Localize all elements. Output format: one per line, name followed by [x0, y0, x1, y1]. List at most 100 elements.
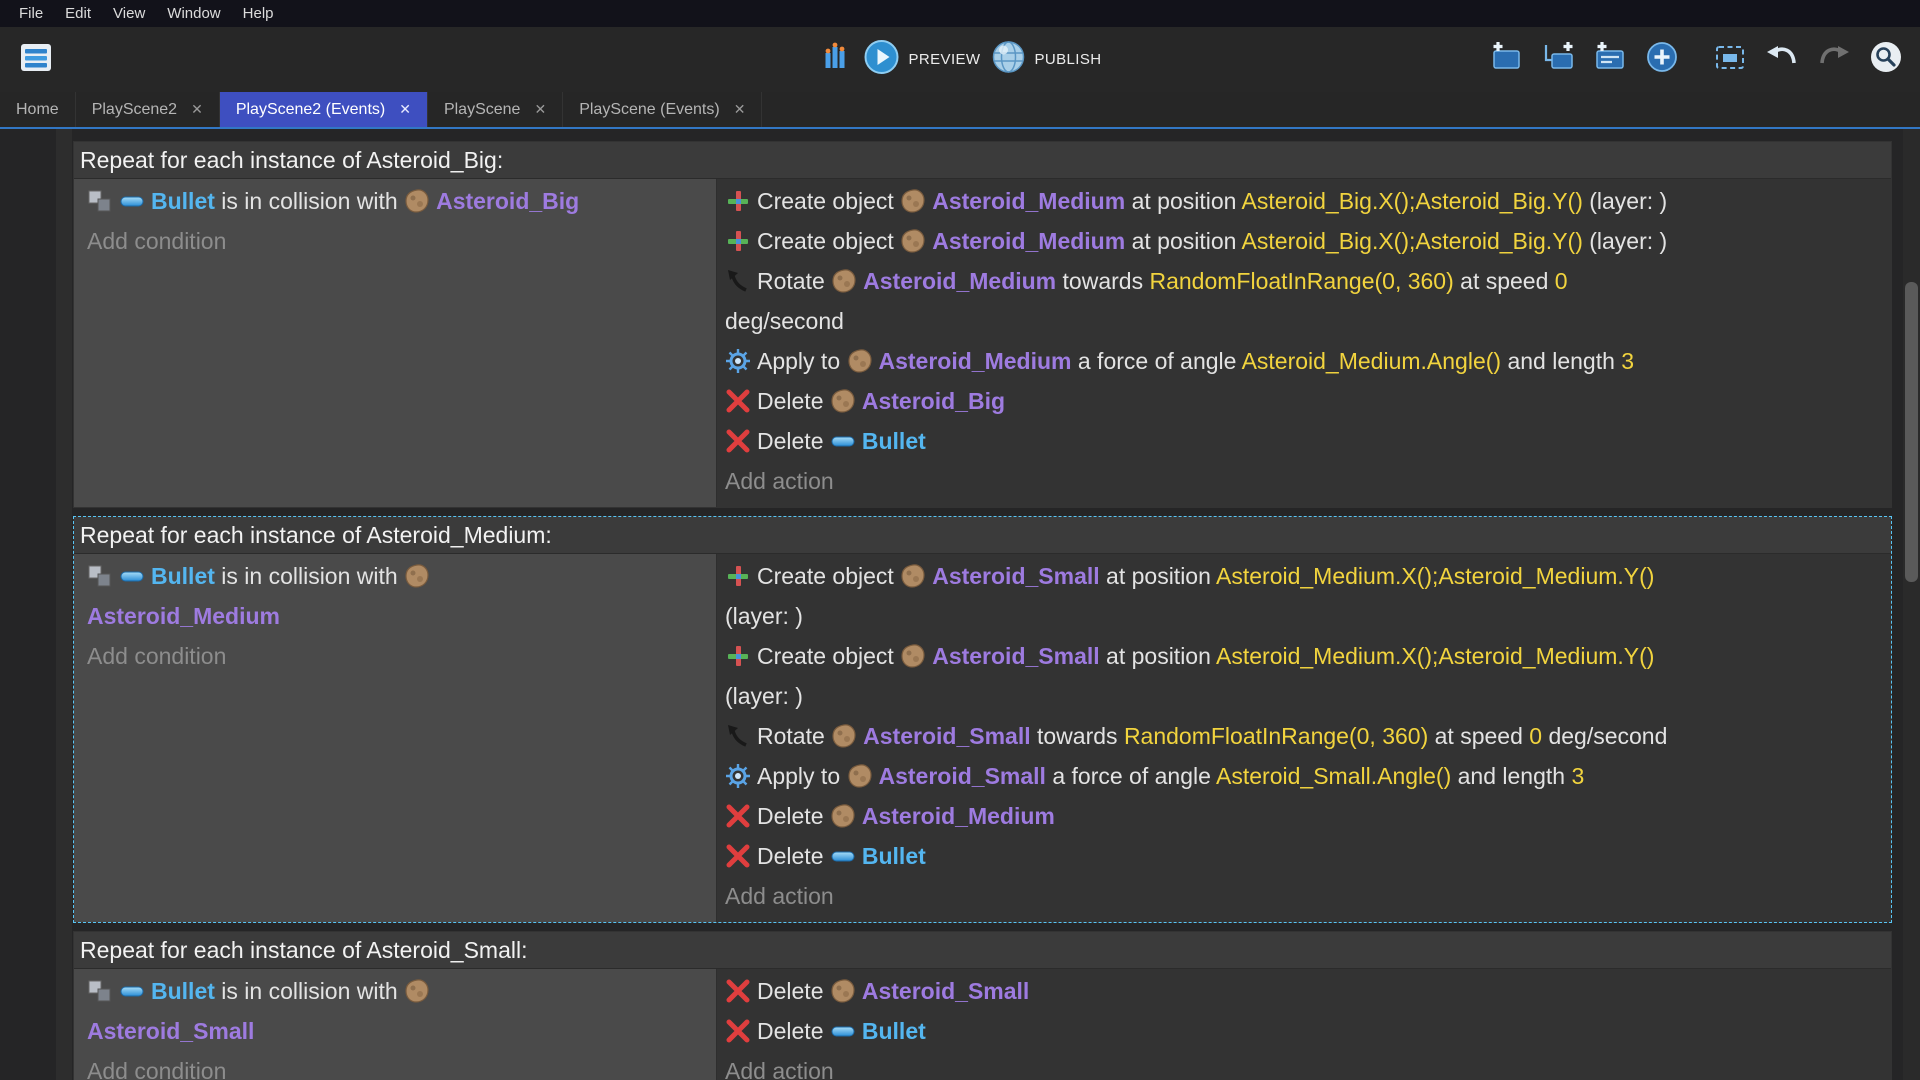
- add-condition-button[interactable]: Add condition: [87, 1051, 704, 1080]
- tab-playscene-events[interactable]: PlayScene (Events) ✕: [563, 92, 763, 127]
- text-segment: Asteroid_Medium: [861, 803, 1055, 829]
- text-segment: towards: [1056, 268, 1150, 294]
- conditions-column: Bullet is in collision with Asteroid_Big…: [74, 179, 717, 507]
- tab-close-icon[interactable]: ✕: [534, 101, 546, 118]
- add-action-button[interactable]: Add action: [725, 876, 1881, 916]
- add-condition-button[interactable]: Add condition: [87, 221, 704, 261]
- add-subevent-button[interactable]: [1538, 40, 1578, 80]
- text-segment: Create object: [757, 188, 901, 214]
- text-segment: Asteroid_Small: [861, 978, 1030, 1004]
- event-block[interactable]: Repeat for each instance of Asteroid_Sma…: [73, 931, 1892, 1080]
- text-segment: Delete: [757, 803, 830, 829]
- add-action-button[interactable]: Add action: [725, 461, 1881, 501]
- event-header[interactable]: Repeat for each instance of Asteroid_Big…: [74, 142, 1891, 179]
- add-condition-button[interactable]: Add condition: [87, 636, 704, 676]
- choose-event-button[interactable]: [1710, 40, 1750, 80]
- add-comment-button[interactable]: [1590, 40, 1630, 80]
- event-body: Bullet is in collision with Asteroid_Med…: [74, 554, 1891, 922]
- preview-settings-button[interactable]: [819, 40, 853, 79]
- text-segment: and length: [1501, 348, 1622, 374]
- text-segment: a force of angle: [1071, 348, 1242, 374]
- redo-button[interactable]: [1814, 40, 1854, 80]
- event-header[interactable]: Repeat for each instance of Asteroid_Med…: [74, 517, 1891, 554]
- scrollbar[interactable]: [1903, 129, 1920, 1080]
- preview-button[interactable]: PREVIEW: [863, 38, 981, 81]
- action-row[interactable]: Delete Bullet: [725, 836, 1881, 876]
- action-row[interactable]: Create object Asteroid_Small at position…: [725, 556, 1881, 636]
- tab-bar: Home PlayScene2 ✕ PlayScene2 (Events) ✕ PlayS…: [0, 92, 1920, 129]
- add-circle-icon: [1642, 37, 1682, 82]
- text-segment: (layer: ): [1582, 188, 1668, 214]
- redo-icon: [1814, 37, 1854, 82]
- tab-close-icon[interactable]: ✕: [399, 101, 411, 118]
- condition-row[interactable]: Bullet is in collision with Asteroid_Big: [87, 181, 704, 221]
- action-row[interactable]: Delete Asteroid_Big: [725, 381, 1881, 421]
- action-row[interactable]: Create object Asteroid_Medium at positio…: [725, 181, 1881, 221]
- bullet-icon: [830, 1018, 856, 1044]
- project-manager-icon: [16, 37, 56, 82]
- text-segment: Create object: [757, 563, 901, 589]
- tab-home[interactable]: Home: [0, 92, 76, 127]
- menu-view[interactable]: View: [102, 0, 156, 27]
- create-icon: [725, 563, 751, 589]
- text-segment: Create object: [757, 228, 901, 254]
- action-row[interactable]: Create object Asteroid_Small at position…: [725, 636, 1881, 716]
- menu-edit[interactable]: Edit: [54, 0, 102, 27]
- text-segment: Asteroid_Medium: [932, 228, 1126, 254]
- undo-button[interactable]: [1762, 40, 1802, 80]
- event-header[interactable]: Repeat for each instance of Asteroid_Sma…: [74, 932, 1891, 969]
- text-segment: Asteroid_Medium: [878, 348, 1072, 374]
- text-segment: 3: [1571, 763, 1585, 789]
- event-block[interactable]: Repeat for each instance of Asteroid_Med…: [73, 516, 1892, 923]
- action-row[interactable]: Create object Asteroid_Medium at positio…: [725, 221, 1881, 261]
- choose-event-icon: [1710, 37, 1750, 82]
- text-segment: at speed: [1453, 268, 1555, 294]
- tab-label: Home: [16, 100, 59, 118]
- force-icon: [725, 763, 751, 789]
- collision-icon: [87, 563, 113, 589]
- add-event-button[interactable]: [1486, 40, 1526, 80]
- tab-playscene[interactable]: PlayScene ✕: [428, 92, 564, 127]
- asteroid-icon: [831, 268, 857, 294]
- asteroid-icon: [900, 563, 926, 589]
- text-segment: Asteroid_Small.Angle(): [1216, 763, 1452, 789]
- bullet-icon: [119, 563, 145, 589]
- tab-close-icon[interactable]: ✕: [191, 101, 203, 118]
- action-row[interactable]: Rotate Asteroid_Medium towards RandomFlo…: [725, 261, 1881, 341]
- action-row[interactable]: Delete Asteroid_Medium: [725, 796, 1881, 836]
- publish-label: PUBLISH: [1034, 51, 1102, 68]
- condition-row[interactable]: Bullet is in collision with Asteroid_Med…: [87, 556, 704, 636]
- text-segment: Rotate: [757, 723, 832, 749]
- actions-column: Create object Asteroid_Small at position…: [717, 554, 1891, 922]
- condition-row[interactable]: Bullet is in collision with Asteroid_Sma…: [87, 971, 704, 1051]
- project-manager-button[interactable]: [14, 38, 58, 82]
- search-events-button[interactable]: [1866, 40, 1906, 80]
- asteroid-icon: [830, 978, 856, 1004]
- play-icon: [863, 38, 901, 81]
- action-row[interactable]: Apply to Asteroid_Small a force of angle…: [725, 756, 1881, 796]
- gdevelop-window: File Edit View Window Help PREVIEW PUBLI…: [0, 0, 1920, 1080]
- action-row[interactable]: Apply to Asteroid_Medium a force of angl…: [725, 341, 1881, 381]
- publish-button[interactable]: PUBLISH: [990, 39, 1101, 80]
- delete-icon: [725, 803, 751, 829]
- tab-close-icon[interactable]: ✕: [734, 101, 746, 118]
- add-more-button[interactable]: [1642, 40, 1682, 80]
- add-subevent-icon: [1538, 37, 1578, 82]
- force-icon: [725, 348, 751, 374]
- main-toolbar: PREVIEW PUBLISH: [0, 27, 1920, 92]
- tab-playscene2-events[interactable]: PlayScene2 (Events) ✕: [219, 92, 428, 127]
- menu-file[interactable]: File: [8, 0, 54, 27]
- text-segment: Delete: [757, 978, 830, 1004]
- event-block[interactable]: Repeat for each instance of Asteroid_Big…: [73, 141, 1892, 508]
- scrollbar-thumb[interactable]: [1905, 282, 1918, 582]
- tab-playscene2[interactable]: PlayScene2 ✕: [76, 92, 220, 127]
- action-row[interactable]: Delete Bullet: [725, 421, 1881, 461]
- action-row[interactable]: Delete Asteroid_Small: [725, 971, 1881, 1011]
- action-row[interactable]: Delete Bullet: [725, 1011, 1881, 1051]
- action-row[interactable]: Rotate Asteroid_Small towards RandomFloa…: [725, 716, 1881, 756]
- menu-window[interactable]: Window: [156, 0, 231, 27]
- tab-label: PlayScene2: [91, 100, 178, 118]
- menu-help[interactable]: Help: [232, 0, 285, 27]
- bullet-icon: [830, 428, 856, 454]
- add-action-button[interactable]: Add action: [725, 1051, 1881, 1080]
